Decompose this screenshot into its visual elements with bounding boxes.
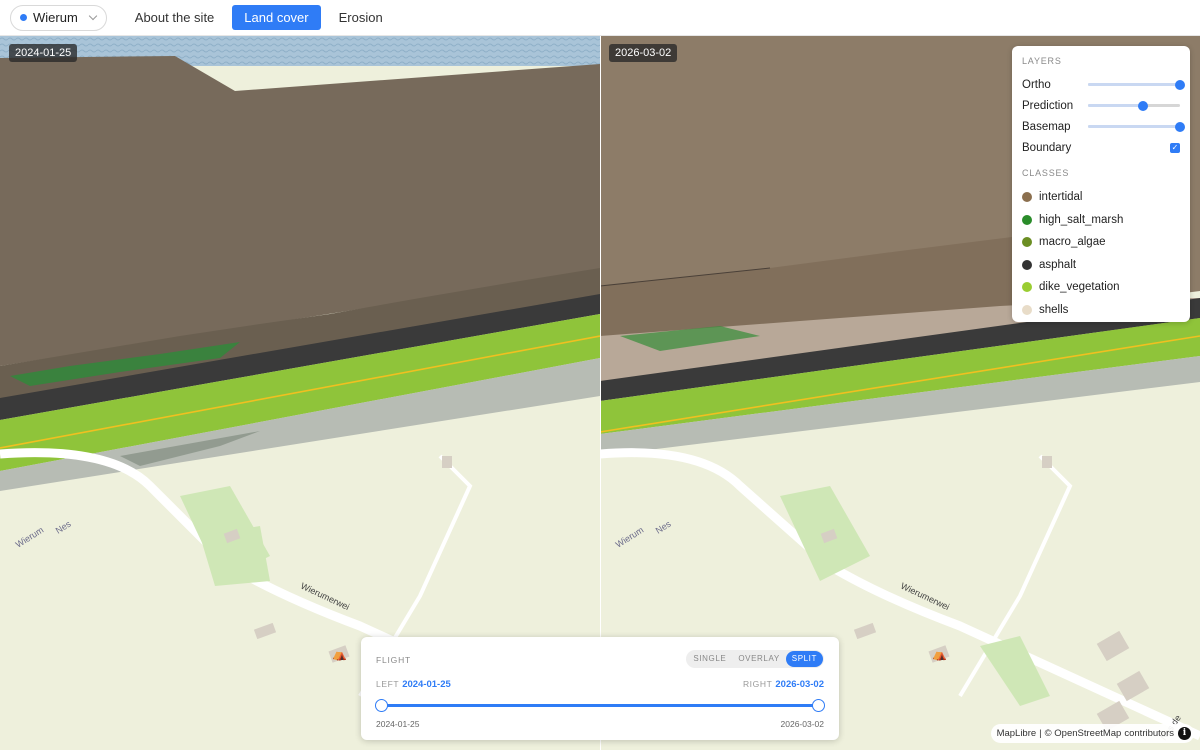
maplibre-link[interactable]: MapLibre [997, 728, 1037, 739]
class-label: high_salt_marsh [1039, 213, 1124, 226]
building [1042, 456, 1052, 468]
right-flight-date: 2026-03-02 [775, 679, 824, 690]
site-selector[interactable]: Wierum [10, 4, 107, 31]
layer-name: Ortho [1022, 78, 1051, 91]
building [442, 456, 452, 468]
flight-panel: FLIGHT SINGLE OVERLAY SPLIT LEFT 2024-01-… [361, 637, 839, 740]
ortho-opacity-slider[interactable] [1088, 79, 1185, 90]
class-item-dike-vegetation: dike_vegetation [1022, 276, 1180, 299]
osm-link[interactable]: © OpenStreetMap [1045, 728, 1122, 739]
layer-row-prediction: Prediction [1022, 95, 1180, 116]
class-label: asphalt [1039, 258, 1077, 271]
class-label: dike_vegetation [1039, 281, 1120, 294]
layer-name: Basemap [1022, 120, 1071, 133]
tab-about-the-site[interactable]: About the site [123, 5, 227, 30]
left-label: LEFT [376, 679, 400, 689]
right-label: RIGHT [742, 679, 773, 689]
right-range-handle[interactable] [812, 699, 825, 712]
class-swatch [1022, 282, 1032, 293]
campsite-icon: ⛺ [932, 647, 947, 661]
info-icon[interactable]: i [1178, 727, 1191, 740]
class-item-macro-algae: macro_algae [1022, 231, 1180, 254]
basemap-opacity-slider[interactable] [1088, 121, 1185, 132]
slider-handle[interactable] [1175, 121, 1185, 132]
mode-single-button[interactable]: SINGLE [687, 651, 732, 667]
attribution-separator: | [1039, 728, 1042, 739]
right-flight-label: RIGHT 2026-03-02 [743, 679, 824, 690]
class-swatch [1022, 237, 1032, 248]
mode-overlay-button[interactable]: OVERLAY [732, 651, 785, 667]
class-item-asphalt: asphalt [1022, 254, 1180, 277]
tab-land-cover[interactable]: Land cover [232, 5, 321, 30]
view-mode-toggle: SINGLE OVERLAY SPLIT [686, 650, 824, 668]
class-label: macro_algae [1039, 236, 1106, 249]
right-date-badge: 2026-03-02 [609, 44, 678, 62]
left-flight-label: LEFT 2024-01-25 [376, 679, 451, 690]
mode-split-button[interactable]: SPLIT [785, 651, 823, 667]
flight-range-track[interactable] [381, 704, 819, 707]
layer-row-basemap: Basemap [1022, 116, 1185, 137]
prediction-opacity-slider[interactable] [1088, 100, 1180, 111]
class-swatch [1022, 214, 1032, 225]
contributors-text: contributors [1124, 728, 1174, 739]
left-range-handle[interactable] [375, 699, 388, 712]
layer-row-ortho: Ortho [1022, 74, 1185, 95]
map-attribution: MapLibre | © OpenStreetMap contributors … [990, 724, 1194, 743]
layer-name: Boundary [1022, 141, 1072, 154]
top-bar: Wierum About the site Land cover Erosion [0, 0, 1200, 36]
class-label: shells [1039, 303, 1069, 316]
boundary-checkbox[interactable]: ✓ [1170, 142, 1180, 153]
flight-heading: FLIGHT [376, 655, 412, 665]
range-min-date: 2024-01-25 [376, 719, 420, 729]
layer-name: Prediction [1022, 99, 1074, 112]
left-date-badge: 2024-01-25 [9, 44, 78, 62]
site-dot-icon [20, 14, 27, 21]
classes-heading: CLASSES [1022, 168, 1070, 178]
class-swatch [1022, 192, 1032, 203]
chevron-down-icon [88, 11, 98, 21]
slider-handle[interactable] [1175, 79, 1185, 90]
layer-row-boundary: Boundary ✓ [1022, 137, 1180, 158]
class-item-intertidal: intertidal [1022, 186, 1180, 209]
range-max-date: 2026-03-02 [780, 719, 824, 729]
class-swatch [1022, 259, 1032, 270]
layers-panel: LAYERS Ortho Prediction Basemap Boundary… [1012, 46, 1190, 322]
class-label: intertidal [1039, 191, 1083, 204]
slider-handle[interactable] [1138, 100, 1149, 111]
left-flight-date: 2024-01-25 [402, 679, 451, 690]
site-name: Wierum [33, 10, 78, 25]
class-legend: intertidal high_salt_marsh macro_algae a… [1022, 186, 1180, 321]
campsite-icon: ⛺ [332, 647, 347, 661]
class-swatch [1022, 304, 1032, 315]
tab-erosion[interactable]: Erosion [327, 5, 395, 30]
class-item-shells: shells [1022, 299, 1180, 322]
layers-heading: LAYERS [1022, 56, 1062, 66]
class-item-high-salt-marsh: high_salt_marsh [1022, 209, 1180, 232]
